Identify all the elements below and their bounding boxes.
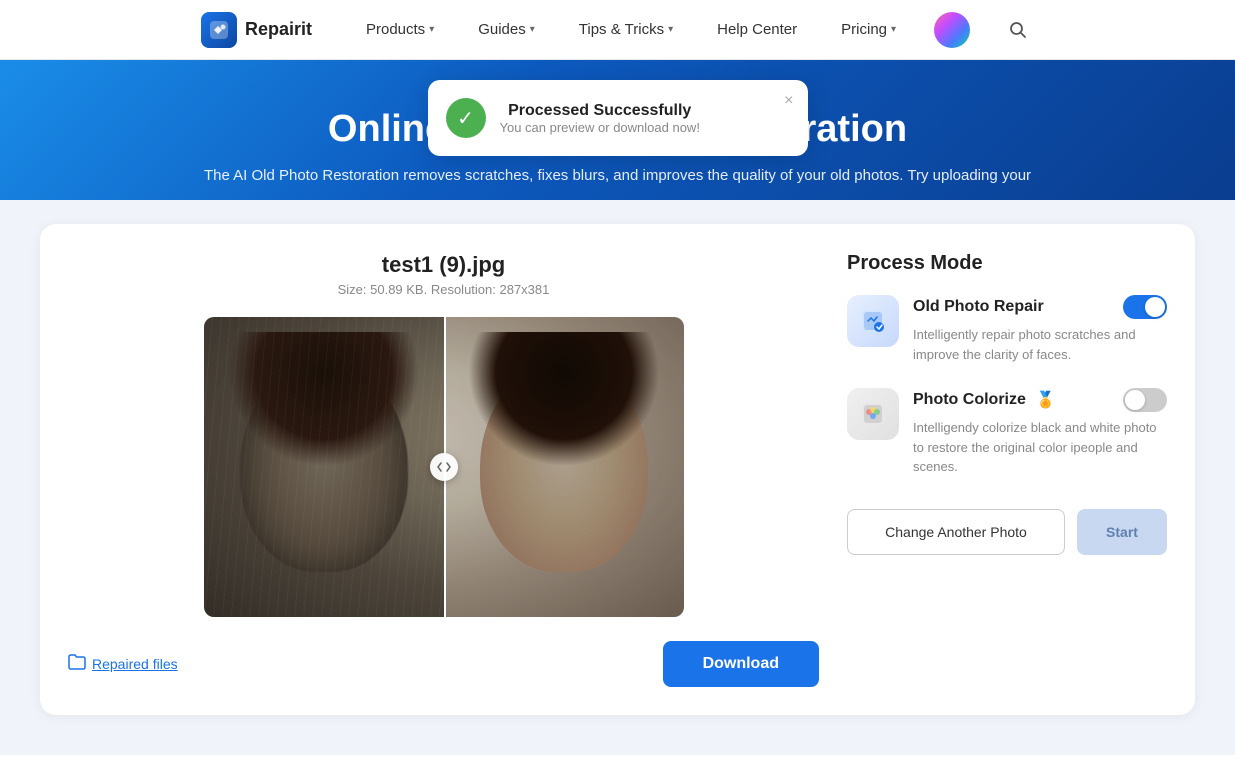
scratch-overlay <box>204 317 444 617</box>
premium-badge-icon: 🏅 <box>1036 390 1056 410</box>
repaired-files-link[interactable]: Repaired files <box>68 654 178 675</box>
colorize-mode-desc: Intelligendy colorize black and white ph… <box>913 418 1167 477</box>
file-meta: Size: 50.89 KB. Resolution: 287x381 <box>68 282 819 297</box>
logo-icon <box>201 12 237 48</box>
hero-description: The AI Old Photo Restoration removes scr… <box>168 167 1068 184</box>
nav-products[interactable]: Products ▾ <box>360 17 440 42</box>
hero-section: Online AI Old Photo Restoration The AI O… <box>0 60 1235 200</box>
nav-guides[interactable]: Guides ▾ <box>472 17 541 42</box>
repaired-files-label: Repaired files <box>92 656 178 672</box>
logo-text: Repairit <box>245 19 312 40</box>
repair-mode-name: Old Photo Repair <box>913 298 1044 316</box>
search-button[interactable] <box>1002 14 1034 46</box>
colorize-mode-icon <box>847 388 899 440</box>
photo-compare[interactable] <box>204 317 684 617</box>
left-panel: test1 (9).jpg Size: 50.89 KB. Resolution… <box>68 252 819 687</box>
toast-close-button[interactable]: × <box>784 92 793 110</box>
repair-mode-desc: Intelligently repair photo scratches and… <box>913 325 1167 364</box>
change-photo-button[interactable]: Change Another Photo <box>847 509 1065 555</box>
repair-toggle[interactable] <box>1123 295 1167 319</box>
colorize-toggle[interactable] <box>1123 388 1167 412</box>
toast-notification: ✓ Processed Successfully You can preview… <box>428 80 808 156</box>
toast-title: Processed Successfully <box>500 102 700 120</box>
repair-mode-content: Old Photo Repair Intelligently repair ph… <box>913 295 1167 364</box>
toast-content: Processed Successfully You can preview o… <box>500 102 700 135</box>
file-name: test1 (9).jpg <box>68 252 819 278</box>
nav-tips[interactable]: Tips & Tricks ▾ <box>573 17 679 42</box>
nav-tips-label: Tips & Tricks <box>579 21 664 38</box>
start-button[interactable]: Start <box>1077 509 1167 555</box>
repair-mode-header: Old Photo Repair <box>913 295 1167 319</box>
nav-guides-chevron: ▾ <box>530 24 535 35</box>
hair-after <box>468 332 660 467</box>
nav-guides-label: Guides <box>478 21 526 38</box>
mode-colorize: Photo Colorize 🏅 Intelligendy colorize b… <box>847 388 1167 477</box>
nav-help[interactable]: Help Center <box>711 17 803 42</box>
nav-products-label: Products <box>366 21 425 38</box>
repair-mode-icon <box>847 295 899 347</box>
toast-subtitle: You can preview or download now! <box>500 120 700 135</box>
nav-help-label: Help Center <box>717 21 797 38</box>
compare-handle[interactable] <box>430 453 458 481</box>
repair-toggle-knob <box>1145 297 1165 317</box>
main-card: test1 (9).jpg Size: 50.89 KB. Resolution… <box>40 224 1195 715</box>
colorize-toggle-knob <box>1125 390 1145 410</box>
main-container: test1 (9).jpg Size: 50.89 KB. Resolution… <box>0 200 1235 755</box>
bottom-bar: Repaired files Download <box>68 641 819 687</box>
mode-repair: Old Photo Repair Intelligently repair ph… <box>847 295 1167 364</box>
nav-pricing[interactable]: Pricing ▾ <box>835 17 902 42</box>
folder-icon <box>68 654 86 675</box>
colorize-mode-name: Photo Colorize <box>913 391 1026 409</box>
colorize-mode-content: Photo Colorize 🏅 Intelligendy colorize b… <box>913 388 1167 477</box>
right-buttons: Change Another Photo Start <box>847 509 1167 555</box>
toast-success-icon: ✓ <box>446 98 486 138</box>
download-button[interactable]: Download <box>663 641 819 687</box>
nav-tips-chevron: ▾ <box>668 24 673 35</box>
user-avatar[interactable] <box>934 12 970 48</box>
nav-pricing-label: Pricing <box>841 21 887 38</box>
nav-pricing-chevron: ▾ <box>891 24 896 35</box>
nav-products-chevron: ▾ <box>429 24 434 35</box>
navbar: Repairit Products ▾ Guides ▾ Tips & Tric… <box>0 0 1235 60</box>
colorize-mode-header: Photo Colorize 🏅 <box>913 388 1167 412</box>
logo[interactable]: Repairit <box>201 12 312 48</box>
process-mode-title: Process Mode <box>847 252 1167 275</box>
photo-after <box>444 317 684 617</box>
right-panel: Process Mode Old Photo Repair <box>847 252 1167 687</box>
photo-before <box>204 317 444 617</box>
